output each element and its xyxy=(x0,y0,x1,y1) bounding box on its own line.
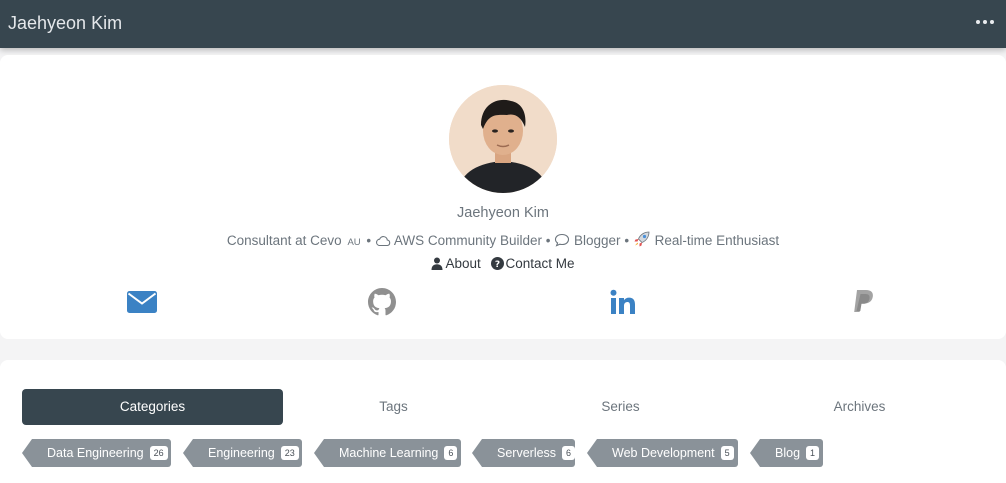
category-count: 23 xyxy=(280,446,299,460)
comment-icon xyxy=(555,233,570,247)
github-icon[interactable] xyxy=(368,288,396,321)
category-label: Blog xyxy=(775,446,801,460)
profile-bio: Consultant at Cevo AU • AWS Community Bu… xyxy=(0,231,1006,248)
tab-bar: Categories Tags Series Archives xyxy=(22,389,982,425)
tab-archives[interactable]: Archives xyxy=(729,389,990,425)
category-count: 26 xyxy=(149,446,168,460)
category-tag-machine-learning[interactable]: Machine Learning 6 xyxy=(314,439,461,467)
contact-label: Contact Me xyxy=(505,256,575,271)
category-tag-blog[interactable]: Blog 1 xyxy=(750,439,823,467)
svg-text:?: ? xyxy=(494,260,499,270)
paypal-icon[interactable] xyxy=(851,289,875,321)
top-bar: Jaehyeon Kim xyxy=(0,0,1006,48)
tab-tags[interactable]: Tags xyxy=(263,389,524,425)
bio-separator: • xyxy=(545,233,551,248)
linkedin-icon[interactable] xyxy=(610,289,636,320)
about-link[interactable]: About xyxy=(431,256,481,271)
envelope-icon[interactable] xyxy=(127,291,157,318)
contact-link[interactable]: ? Contact Me xyxy=(490,256,575,271)
bio-country: AU xyxy=(347,237,361,248)
category-label: Machine Learning xyxy=(339,446,439,460)
category-label: Serverless xyxy=(497,446,557,460)
about-label: About xyxy=(445,256,481,271)
tab-categories[interactable]: Categories xyxy=(22,389,283,425)
cloud-icon xyxy=(375,236,391,247)
bio-separator: • xyxy=(624,233,630,248)
category-count: 1 xyxy=(806,446,820,460)
category-label: Data Engineering xyxy=(47,446,144,460)
site-title[interactable]: Jaehyeon Kim xyxy=(8,13,122,34)
rocket-icon xyxy=(634,231,650,247)
category-count: 6 xyxy=(444,446,458,460)
category-label: Engineering xyxy=(208,446,275,460)
bio-enthusiast: Real-time Enthusiast xyxy=(654,233,780,248)
category-tag-engineering[interactable]: Engineering 23 xyxy=(183,439,302,467)
profile-links: About ? Contact Me xyxy=(0,256,1006,271)
question-circle-icon: ? xyxy=(490,257,504,270)
profile-name: Jaehyeon Kim xyxy=(457,205,549,221)
bio-separator: • xyxy=(366,233,372,248)
category-count: 6 xyxy=(562,446,576,460)
tab-series[interactable]: Series xyxy=(490,389,751,425)
category-count: 5 xyxy=(720,446,734,460)
category-label: Web Development xyxy=(612,446,715,460)
category-tag-data-engineering[interactable]: Data Engineering 26 xyxy=(22,439,171,467)
category-tag-serverless[interactable]: Serverless 6 xyxy=(472,439,576,467)
content-card: Categories Tags Series Archives Data Eng… xyxy=(0,360,1006,483)
avatar xyxy=(449,85,557,193)
profile-card: Jaehyeon Kim Consultant at Cevo AU • AWS… xyxy=(0,55,1006,339)
ellipsis-icon[interactable] xyxy=(976,20,994,24)
social-links xyxy=(0,287,1006,317)
bio-blogger: Blogger xyxy=(574,233,621,248)
bio-consultant: Consultant at Cevo xyxy=(226,233,342,248)
user-icon xyxy=(431,257,443,270)
category-tag-web-development[interactable]: Web Development 5 xyxy=(587,439,738,467)
bio-community: AWS Community Builder xyxy=(393,233,542,248)
